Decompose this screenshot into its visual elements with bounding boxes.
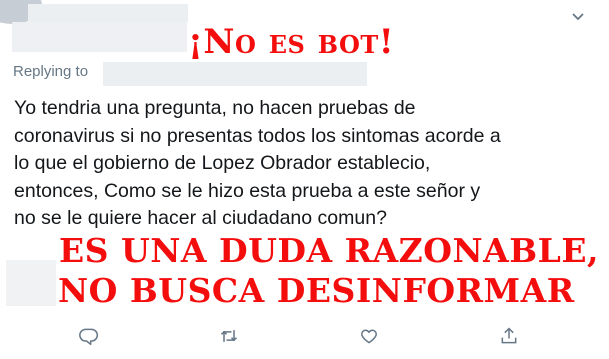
share-icon [501, 327, 517, 344]
reply-button[interactable] [77, 324, 101, 348]
retweet-icon [220, 330, 238, 342]
annotation-line-1: ES UNA DUDA RAZONABLE, [59, 231, 599, 270]
chevron-down-icon[interactable] [571, 12, 585, 22]
redacted-username [12, 22, 187, 52]
annotation-line-2: NO BUSCA DESINFORMAR [58, 271, 575, 310]
annotation-title: ¡No es bot! [188, 22, 395, 62]
redacted-display-name [28, 4, 188, 22]
tweet-text: Yo tendria una pregunta, no hacen prueba… [14, 97, 501, 229]
reply-icon [79, 328, 99, 346]
like-icon [361, 329, 377, 344]
retweet-button[interactable] [217, 324, 241, 348]
redacted-reply-handle [103, 62, 367, 86]
replying-to-label: Replying to [13, 63, 89, 80]
share-button[interactable] [497, 324, 521, 348]
like-button[interactable] [357, 324, 381, 348]
tweet-actions-bar [0, 324, 609, 354]
redacted-area [6, 260, 56, 306]
